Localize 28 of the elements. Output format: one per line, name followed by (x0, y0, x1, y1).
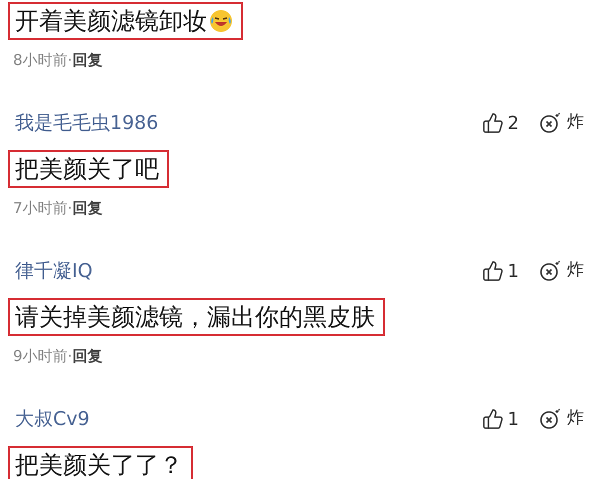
author-name[interactable]: 我是毛毛虫1986 (15, 108, 158, 138)
separator-dot: · (68, 50, 72, 71)
author-name[interactable]: 律千凝IQ (15, 256, 93, 286)
reply-link[interactable]: 回复 (72, 48, 102, 72)
comment-body: 请关掉美颜滤镜，漏出你的黑皮肤 (15, 302, 375, 333)
comment-body: 把美颜关了吧 (15, 154, 159, 185)
separator-dot: · (68, 198, 72, 219)
reply-link[interactable]: 回复 (72, 196, 102, 220)
bomb-button[interactable]: 炸 (539, 258, 584, 284)
like-button[interactable]: 1 (482, 258, 519, 284)
bomb-icon[interactable] (539, 407, 563, 431)
timestamp: 8小时前 (13, 50, 68, 71)
thumbs-up-icon (482, 112, 504, 134)
like-button[interactable]: 2 (482, 110, 519, 136)
comment-body: 开着美颜滤镜卸妆 (15, 6, 207, 37)
thumbs-up-icon (482, 408, 504, 430)
bomb-icon[interactable] (539, 111, 563, 135)
timestamp: 9小时前 (13, 346, 68, 367)
like-button[interactable]: 1 (482, 406, 519, 432)
timestamp: 7小时前 (13, 198, 68, 219)
bomb-icon[interactable] (539, 259, 563, 283)
bomb-button[interactable]: 炸 (539, 406, 584, 432)
comment-body: 把美颜关了了？ (15, 450, 183, 479)
author-name[interactable]: 大叔Cv9 (15, 404, 90, 434)
reply-link[interactable]: 回复 (72, 344, 102, 368)
thumbs-up-icon (482, 260, 504, 282)
bomb-button[interactable]: 炸 (539, 110, 584, 136)
separator-dot: · (68, 346, 72, 367)
